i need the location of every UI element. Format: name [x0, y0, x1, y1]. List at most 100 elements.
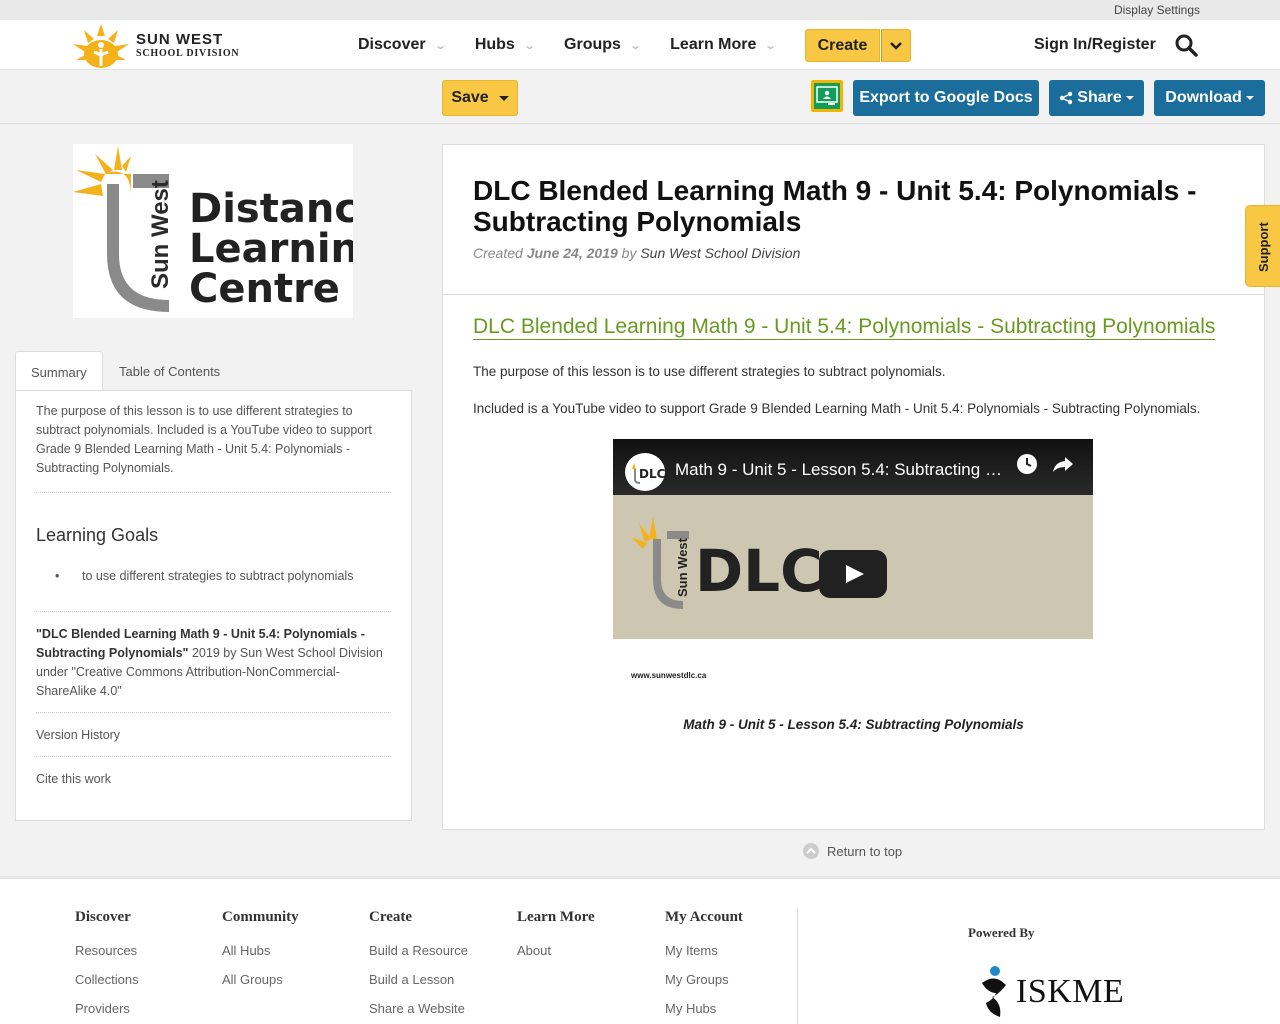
nav-hubs[interactable]: Hubs ⌄ — [474, 36, 536, 54]
footer-heading: Learn More — [517, 909, 595, 925]
resource-title-link[interactable]: DLC Blended Learning Math 9 - Unit 5.4: … — [473, 315, 1216, 340]
share-button[interactable]: Share — [1049, 80, 1144, 116]
download-button[interactable]: Download — [1154, 80, 1265, 116]
youtube-video-embed[interactable]: Sun West DLC DLC Math 9 - Unit 5 - Lesso… — [613, 439, 1093, 639]
footer-link[interactable]: My Hubs — [665, 994, 743, 1023]
classroom-glyph-icon — [816, 86, 838, 105]
resource-toolbar: Save Export to Google Docs Share Downloa… — [0, 70, 1280, 124]
chevron-down-icon: ⌄ — [764, 39, 778, 52]
nav-discover[interactable]: Discover ⌄ — [358, 36, 447, 54]
dlc-logo-vertical: Sun West — [147, 180, 174, 289]
svg-text:DLC: DLC — [639, 467, 665, 481]
nav-learn-more[interactable]: Learn More ⌄ — [670, 36, 778, 54]
export-google-docs-button[interactable]: Export to Google Docs — [853, 80, 1039, 116]
summary-text: The purpose of this lesson is to use dif… — [36, 402, 391, 493]
caret-down-icon — [1245, 96, 1254, 100]
chevron-down-icon: ⌄ — [522, 39, 536, 52]
iskme-logo[interactable]: ISKME — [978, 963, 1124, 1021]
footer-link[interactable]: Collections — [75, 965, 139, 994]
nav-label: Groups — [564, 36, 621, 53]
summary-panel: The purpose of this lesson is to use dif… — [15, 390, 412, 821]
nav-label: Hubs — [474, 36, 515, 53]
site-logo[interactable]: SUN WEST SCHOOL DIVISION — [70, 20, 239, 70]
iskme-text: ISKME — [1016, 973, 1125, 1010]
video-brand-vertical: Sun West — [675, 537, 690, 597]
play-button[interactable] — [819, 550, 887, 598]
footer-heading: Create — [369, 909, 413, 925]
version-history-link[interactable]: Version History — [36, 713, 391, 757]
download-label: Download — [1165, 89, 1242, 106]
chevron-down-icon: ⌄ — [433, 39, 447, 52]
sign-in-register-link[interactable]: Sign In/Register — [1034, 36, 1156, 54]
dlc-logo-line3: Centre — [189, 266, 340, 312]
footer-link[interactable]: About — [517, 936, 595, 965]
play-icon — [846, 565, 864, 583]
cite-work-link[interactable]: Cite this work — [36, 757, 391, 800]
author-link[interactable]: Sun West School Division — [640, 245, 800, 261]
video-brand-text: DLC — [695, 537, 823, 605]
nav-groups[interactable]: Groups ⌄ — [564, 36, 642, 54]
learning-goals-heading: Learning Goals — [36, 525, 159, 545]
powered-by-label: Powered By — [968, 925, 1035, 940]
created-label: Created — [473, 245, 523, 261]
footer-column-my-account: My Account My Items My Groups My Hubs — [665, 909, 743, 1023]
footer-link[interactable]: My Items — [665, 936, 743, 965]
page-title: DLC Blended Learning Math 9 - Unit 5.4: … — [473, 175, 1197, 237]
footer-link[interactable]: Build a Lesson — [369, 965, 468, 994]
footer-link[interactable]: My Groups — [665, 965, 743, 994]
footer-column-create: Create Build a Resource Build a Lesson S… — [369, 909, 468, 1023]
caret-down-icon — [498, 95, 509, 101]
caret-down-icon — [1125, 96, 1134, 100]
created-date: June 24, 2019 — [526, 245, 618, 261]
google-classroom-icon[interactable] — [811, 80, 843, 112]
footer-heading: Discover — [75, 909, 131, 925]
share-icon — [1060, 91, 1073, 105]
footer-link[interactable]: Build a Resource — [369, 936, 468, 965]
return-to-top-label: Return to top — [827, 843, 903, 859]
logo-subtitle: SCHOOL DIVISION — [136, 47, 240, 59]
watch-later-icon[interactable] — [1015, 452, 1039, 476]
footer-divider — [797, 909, 798, 1024]
channel-avatar[interactable]: DLC — [625, 453, 666, 491]
utility-bar: Display Settings — [0, 0, 1280, 20]
by-label: by — [621, 245, 637, 261]
tab-table-of-contents[interactable]: Table of Contents — [104, 351, 235, 391]
main-nav: Discover ⌄ Hubs ⌄ Groups ⌄ Learn More ⌄ — [358, 20, 806, 70]
learning-goals-list: to use different strategies to subtract … — [36, 569, 391, 612]
footer-column-discover: Discover Resources Collections Providers — [75, 909, 139, 1023]
video-caption: Math 9 - Unit 5 - Lesson 5.4: Subtractin… — [683, 717, 1024, 732]
footer-link[interactable]: Resources — [75, 936, 139, 965]
save-button[interactable]: Save — [442, 80, 518, 116]
footer-link[interactable]: Providers — [75, 994, 139, 1023]
resource-content: DLC Blended Learning Math 9 - Unit 5.4: … — [442, 144, 1265, 830]
nav-label: Learn More — [670, 36, 757, 53]
footer-link[interactable]: Share a Website — [369, 994, 468, 1023]
footer-heading: Community — [222, 909, 299, 925]
chevron-down-icon — [890, 41, 902, 50]
create-group: Create — [805, 29, 911, 62]
video-title[interactable]: Math 9 - Unit 5 - Lesson 5.4: Subtractin… — [675, 460, 1010, 480]
footer-link[interactable]: All Groups — [222, 965, 299, 994]
share-label: Share — [1077, 89, 1122, 106]
logo-title: SUN WEST — [136, 30, 224, 48]
support-tab[interactable]: Support — [1245, 205, 1280, 287]
display-settings-link[interactable]: Display Settings — [1114, 3, 1200, 17]
share-arrow-icon[interactable] — [1051, 452, 1075, 476]
iskme-mark-icon — [982, 966, 1006, 1017]
site-footer: Discover Resources Collections Providers… — [0, 876, 1280, 1024]
create-dropdown-button[interactable] — [881, 29, 911, 62]
save-label: Save — [451, 89, 489, 106]
body-paragraph: The purpose of this lesson is to use dif… — [473, 364, 946, 379]
footer-link[interactable]: All Hubs — [222, 936, 299, 965]
footer-column-community: Community All Hubs All Groups — [222, 909, 299, 994]
resource-meta: Created June 24, 2019 by Sun West School… — [473, 245, 1234, 261]
tab-summary[interactable]: Summary — [15, 351, 103, 392]
search-icon[interactable] — [1174, 33, 1198, 57]
arrow-up-circle-icon — [803, 843, 819, 859]
footer-heading: My Account — [665, 909, 743, 925]
nav-label: Discover — [358, 36, 426, 53]
return-to-top-link[interactable]: Return to top — [803, 843, 902, 859]
create-button[interactable]: Create — [805, 29, 880, 62]
sidebar-tabs: Summary Table of Contents — [15, 351, 412, 392]
sun-logo-icon — [73, 24, 129, 68]
